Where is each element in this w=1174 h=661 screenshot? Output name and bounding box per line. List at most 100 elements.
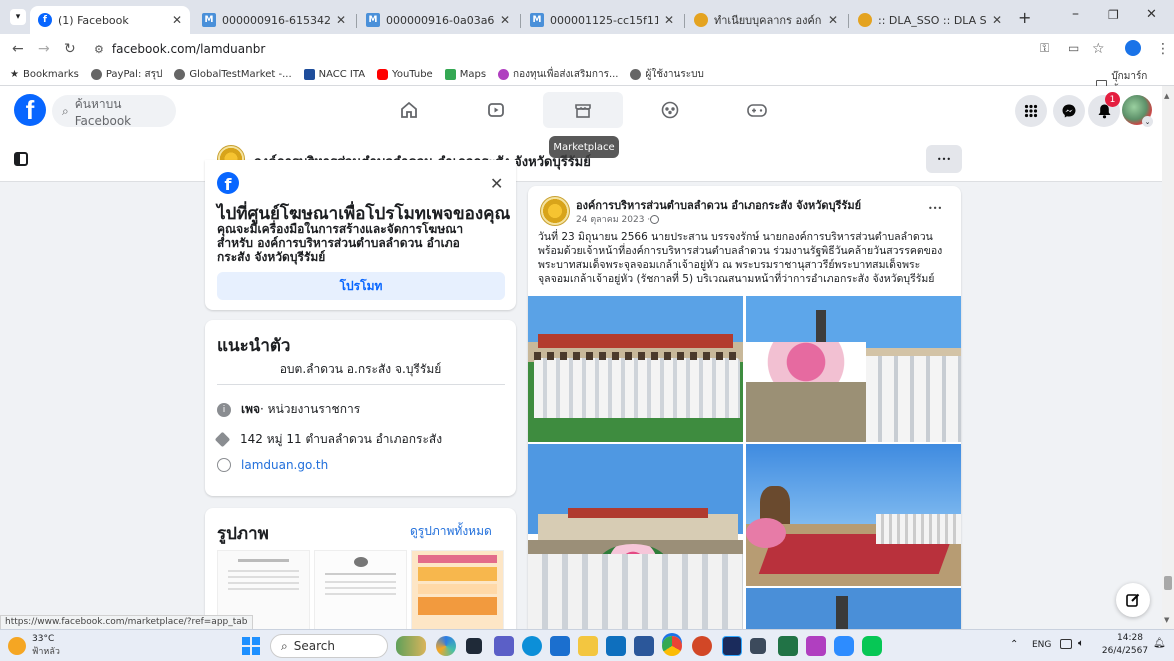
scroll-up-arrow-icon[interactable]: ▲ bbox=[1164, 92, 1169, 100]
tab-dla-sso[interactable]: :: DLA_SSO :: DLA Single Sign ✕ bbox=[850, 6, 1010, 34]
page-scrollbar[interactable] bbox=[1162, 86, 1174, 629]
bookmark-item[interactable]: NACC ITA bbox=[303, 69, 365, 80]
tab-personnel[interactable]: ทำเนียบบุคลากร องค์การบริหารส่วน ✕ bbox=[686, 6, 846, 34]
zoom-icon[interactable] bbox=[834, 636, 854, 656]
address-text: 142 หมู่ 11 ตำบลลำดวน อำเภอกระสัง bbox=[240, 432, 443, 446]
post-more-icon[interactable]: ••• bbox=[928, 204, 942, 213]
cast-icon[interactable]: ▭ bbox=[1068, 41, 1079, 55]
network-icon[interactable] bbox=[1060, 639, 1072, 649]
promote-button[interactable]: โปรโมท bbox=[217, 272, 505, 300]
url-field[interactable]: ⚙ facebook.com/lamduanbr bbox=[90, 37, 1020, 61]
weather-sun-icon bbox=[8, 637, 26, 655]
tab-separator bbox=[356, 14, 357, 28]
website-link[interactable]: lamduan.go.th bbox=[241, 458, 328, 472]
facebook-logo-icon[interactable]: f bbox=[14, 94, 46, 126]
bookmark-item[interactable]: GlobalTestMarket -... bbox=[174, 69, 292, 80]
post-author-avatar[interactable] bbox=[540, 196, 570, 226]
restore-icon[interactable]: ❐ bbox=[1108, 8, 1119, 22]
tab-close-icon[interactable]: ✕ bbox=[172, 13, 182, 27]
photo-thumb-2[interactable] bbox=[314, 550, 407, 630]
bookmark-item[interactable]: PayPal: สรุป bbox=[90, 67, 162, 82]
bookmark-item[interactable]: กองทุนเพื่อส่งเสริมการ... bbox=[498, 67, 618, 82]
photo-thumb-3[interactable] bbox=[411, 550, 504, 630]
tab-close-icon[interactable]: ✕ bbox=[336, 13, 346, 27]
clock-date[interactable]: 26/4/2567 bbox=[1100, 646, 1150, 656]
site-info-icon[interactable]: ⚙ bbox=[94, 43, 104, 56]
forward-arrow-icon[interactable]: → bbox=[38, 41, 50, 57]
news-widget-icon[interactable] bbox=[396, 636, 426, 656]
chrome-icon[interactable] bbox=[662, 636, 682, 656]
nav-groups[interactable] bbox=[630, 92, 710, 128]
teams-icon[interactable] bbox=[494, 636, 514, 656]
back-arrow-icon[interactable]: ← bbox=[12, 41, 24, 57]
post-photo-4[interactable] bbox=[528, 444, 743, 629]
close-icon[interactable]: ✕ bbox=[490, 174, 503, 193]
post-photo-3[interactable] bbox=[746, 444, 961, 586]
generic-app-icon[interactable] bbox=[750, 638, 766, 654]
bookmark-item[interactable]: YouTube bbox=[377, 69, 433, 80]
new-tab-button[interactable]: + bbox=[1018, 8, 1031, 27]
tab-search-icon[interactable]: ▾ bbox=[10, 9, 26, 25]
bookmark-item[interactable]: ★ Bookmarks bbox=[10, 69, 79, 80]
nav-gaming[interactable] bbox=[717, 92, 797, 128]
scrollbar-thumb[interactable] bbox=[1164, 576, 1172, 590]
account-chevron-icon[interactable]: ⌄ bbox=[1142, 116, 1153, 127]
compose-icon bbox=[1126, 593, 1140, 607]
tab-document-2[interactable]: M 000000916-0a03a6a786524c8 ✕ bbox=[358, 6, 518, 34]
tab-close-icon[interactable]: ✕ bbox=[500, 13, 510, 27]
clock-time[interactable]: 14:28 bbox=[1110, 633, 1150, 643]
profile-icon[interactable] bbox=[1125, 40, 1141, 56]
post-photo-1[interactable] bbox=[528, 296, 743, 442]
file-explorer-icon[interactable] bbox=[578, 636, 598, 656]
nav-marketplace[interactable] bbox=[543, 92, 623, 128]
see-all-photos-link[interactable]: ดูรูปภาพทั้งหมด bbox=[410, 522, 492, 541]
task-view-icon[interactable] bbox=[466, 638, 482, 654]
mail-icon[interactable] bbox=[606, 636, 626, 656]
line-icon[interactable] bbox=[862, 636, 882, 656]
facebook-search-input[interactable]: ⌕ ค้นหาบน Facebook bbox=[52, 95, 176, 128]
messenger-button[interactable] bbox=[1053, 95, 1085, 127]
scroll-down-arrow-icon[interactable]: ▼ bbox=[1164, 616, 1169, 624]
minimize-icon[interactable]: – bbox=[1072, 6, 1079, 22]
tab-facebook[interactable]: f (1) Facebook ✕ bbox=[30, 6, 190, 34]
bookmark-star-icon[interactable]: ☆ bbox=[1092, 41, 1105, 57]
browser-tab-strip: ▾ f (1) Facebook ✕ M 000000916-61534207c… bbox=[0, 0, 1174, 34]
excel-icon[interactable] bbox=[778, 636, 798, 656]
store-icon[interactable] bbox=[550, 636, 570, 656]
password-key-icon[interactable]: ⚿ bbox=[1040, 41, 1049, 56]
new-message-button[interactable] bbox=[1116, 583, 1150, 617]
app-g-icon[interactable] bbox=[806, 636, 826, 656]
bookmark-item[interactable]: ผู้ใช้งานระบบ bbox=[630, 67, 704, 82]
tab-close-icon[interactable]: ✕ bbox=[828, 13, 838, 27]
nav-home[interactable] bbox=[369, 92, 449, 128]
nav-video[interactable] bbox=[456, 92, 536, 128]
close-window-icon[interactable]: ✕ bbox=[1146, 7, 1157, 22]
word-icon[interactable] bbox=[634, 636, 654, 656]
edge-icon[interactable] bbox=[522, 636, 542, 656]
taskbar-search[interactable]: ⌕ Search bbox=[270, 634, 388, 658]
page-more-button[interactable]: ••• bbox=[926, 145, 962, 173]
reload-icon[interactable]: ↻ bbox=[64, 41, 76, 57]
post-photo-2[interactable] bbox=[746, 296, 961, 442]
tab-document-1[interactable]: M 000000916-61534207c186ec8 ✕ bbox=[194, 6, 354, 34]
menu-grid-button[interactable] bbox=[1015, 95, 1047, 127]
powerpoint-icon[interactable] bbox=[692, 636, 712, 656]
windows-start-icon[interactable] bbox=[242, 637, 260, 655]
tab-close-icon[interactable]: ✕ bbox=[992, 13, 1002, 27]
menu-kebab-icon[interactable]: ⋮ bbox=[1156, 41, 1170, 57]
copilot-icon[interactable] bbox=[436, 636, 456, 656]
tab-document-3[interactable]: M 000001125-cc15f11cfbd56d0 ✕ bbox=[522, 6, 682, 34]
tab-close-icon[interactable]: ✕ bbox=[664, 13, 674, 27]
notification-bell-icon[interactable]: 🔔︎ bbox=[1153, 638, 1166, 649]
tray-chevron-icon[interactable]: ⌃ bbox=[1010, 639, 1018, 650]
photoshop-icon[interactable] bbox=[722, 636, 742, 656]
bookmark-item[interactable]: Maps bbox=[444, 69, 486, 80]
facebook-icon: f bbox=[217, 172, 239, 194]
weather-widget[interactable]: 33°C ฟ้าหลัว bbox=[8, 634, 60, 658]
volume-icon[interactable]: 🔈︎ bbox=[1078, 638, 1084, 649]
sidebar-toggle-icon[interactable] bbox=[14, 152, 28, 166]
post-photo-5[interactable] bbox=[746, 588, 961, 629]
language-indicator[interactable]: ENG bbox=[1032, 640, 1051, 650]
globe-icon bbox=[174, 69, 186, 80]
post-date[interactable]: 24 ตุลาคม 2023 · bbox=[576, 212, 650, 226]
